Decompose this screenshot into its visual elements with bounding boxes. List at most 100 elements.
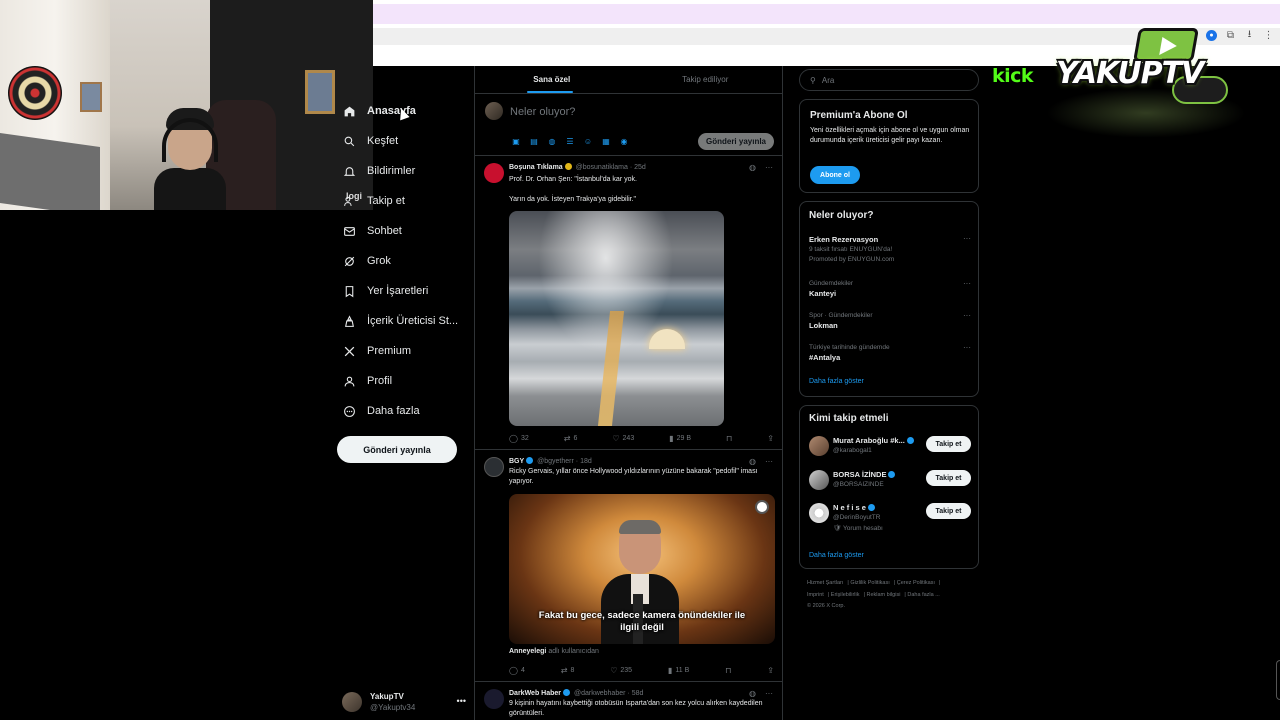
- avatar[interactable]: [809, 436, 829, 456]
- more-icon[interactable]: ···: [765, 457, 773, 466]
- sidebar-item-creator-studio[interactable]: İçerik Üreticisi St...: [336, 306, 464, 336]
- grok-icon[interactable]: ◍: [749, 163, 756, 172]
- location-icon[interactable]: ◉: [619, 136, 629, 146]
- tweet-author-handle[interactable]: @bosunatiklama: [576, 164, 628, 171]
- repost-button[interactable]: ⇄ 6: [564, 434, 578, 443]
- tweet-author-handle[interactable]: @darkwebhaber: [574, 690, 625, 697]
- people-icon: [342, 194, 356, 208]
- emoji-icon[interactable]: ☺: [583, 136, 593, 146]
- tweet-author-handle[interactable]: @bgyetherr: [537, 458, 574, 465]
- more-icon[interactable]: ···: [963, 343, 971, 352]
- footer-link[interactable]: Çerez Politikası: [897, 580, 935, 586]
- video-control-icon[interactable]: [755, 500, 769, 514]
- show-more-link[interactable]: Daha fazla göster: [809, 378, 864, 385]
- tweet-author-name[interactable]: DarkWeb Haber: [509, 690, 561, 697]
- account-switcher[interactable]: YakupTV @Yakuptv34 •••: [342, 690, 466, 714]
- poll-icon[interactable]: ☰: [565, 136, 575, 146]
- tweet-author-name[interactable]: Boşuna Tıklama: [509, 164, 563, 171]
- follow-suggestion[interactable]: Murat Araboğlu #k... @karabogal1 Takip e…: [809, 436, 971, 462]
- more-icon[interactable]: ···: [765, 163, 773, 172]
- person-icon: [342, 374, 356, 388]
- composer-input[interactable]: Neler oluyor?: [510, 106, 575, 118]
- footer-link[interactable]: Gizlilik Politikası: [850, 580, 889, 586]
- premium-card: Premium'a Abone Ol Yeni özellikleri açma…: [799, 99, 979, 193]
- trend-item[interactable]: Türkiye tarihinde gündemde #Antalya ···: [809, 343, 971, 363]
- follow-button[interactable]: Takip et: [926, 436, 971, 452]
- reply-button[interactable]: ◯ 32: [509, 434, 529, 443]
- avatar: [342, 692, 362, 712]
- avatar[interactable]: [484, 163, 504, 183]
- bookmark-button[interactable]: ⊓: [726, 434, 732, 443]
- tab-for-you[interactable]: Sana özel: [475, 66, 629, 93]
- sidebar-item-premium[interactable]: Premium: [336, 336, 464, 366]
- tweet-age[interactable]: 25d: [634, 164, 646, 171]
- trend-item[interactable]: Erken Rezervasyon 9 taksit fırsatı ENUYG…: [809, 234, 971, 265]
- tab-following[interactable]: Takip ediliyor: [629, 66, 783, 93]
- heart-icon: ♡: [612, 434, 620, 443]
- share-button[interactable]: ⇪: [767, 434, 774, 443]
- tweet-video[interactable]: Fakat bu gece, sadece kamera önündekiler…: [509, 494, 775, 644]
- follow-suggestion[interactable]: BORSA İZİNDE @BORSAIZINDE Takip et: [809, 470, 971, 496]
- avatar[interactable]: [809, 503, 829, 523]
- more-icon[interactable]: ···: [963, 311, 971, 320]
- sidebar-item-more[interactable]: Daha fazla: [336, 396, 464, 426]
- footer-link[interactable]: Daha fazla ...: [907, 592, 939, 598]
- footer-link[interactable]: Hizmet Şartları: [807, 580, 843, 586]
- schedule-icon[interactable]: ▦: [601, 136, 611, 146]
- avatar[interactable]: [484, 689, 504, 709]
- views-button[interactable]: ▮ 29 B: [669, 434, 691, 443]
- sidebar-item-bookmarks[interactable]: Yer İşaretleri: [336, 276, 464, 306]
- composer-post-button[interactable]: Gönderi yayınla: [698, 133, 774, 150]
- mail-icon: [342, 224, 356, 238]
- footer-link[interactable]: Reklam bilgisi: [866, 592, 900, 598]
- more-icon[interactable]: ···: [963, 234, 971, 243]
- reply-button[interactable]: ◯ 4: [509, 666, 525, 675]
- tweet[interactable]: BGY @bgyetherr · 18d ◍ ··· Ricky Gervais…: [475, 450, 782, 682]
- like-button[interactable]: ♡ 243: [612, 434, 634, 443]
- tweet-image[interactable]: [509, 211, 724, 426]
- repost-button[interactable]: ⇄ 8: [561, 666, 575, 675]
- tweet-author-name[interactable]: BGY: [509, 458, 524, 465]
- tweet-age[interactable]: 58d: [632, 690, 644, 697]
- grok-icon[interactable]: ◍: [749, 457, 756, 466]
- image-icon[interactable]: ▣: [511, 136, 521, 146]
- follow-button[interactable]: Takip et: [926, 470, 971, 486]
- sidebar-item-follow[interactable]: Takip et: [336, 186, 464, 216]
- sidebar-item-notifications[interactable]: Bildirimler: [336, 156, 464, 186]
- browser-tab-bar[interactable]: [373, 4, 1280, 24]
- x-logo-icon: [342, 344, 356, 358]
- follow-suggestion[interactable]: N e f i s e @DerinBoyutTR 🛡 Yorum hesabı…: [809, 503, 971, 532]
- show-more-link[interactable]: Daha fazla göster: [809, 552, 864, 559]
- follow-button[interactable]: Takip et: [926, 503, 971, 519]
- tweet[interactable]: DarkWeb Haber @darkwebhaber · 58d ◍ ··· …: [475, 682, 782, 720]
- bookmark-button[interactable]: ⊓: [725, 666, 731, 675]
- sidebar-item-label: Yer İşaretleri: [367, 285, 429, 297]
- grok-icon[interactable]: ◍: [749, 689, 756, 698]
- post-button[interactable]: Gönderi yayınla: [337, 436, 457, 463]
- sidebar-item-chat[interactable]: Sohbet: [336, 216, 464, 246]
- suggestion-name: BORSA İZİNDE: [833, 470, 887, 479]
- views-button[interactable]: ▮ 11 B: [668, 666, 689, 675]
- more-icon[interactable]: •••: [457, 696, 466, 706]
- sidebar-item-explore[interactable]: Keşfet: [336, 126, 464, 156]
- footer-link[interactable]: Erişilebilirlik: [831, 592, 860, 598]
- tweet-age[interactable]: 18d: [580, 458, 592, 465]
- more-icon[interactable]: ···: [765, 689, 773, 698]
- subscribe-button[interactable]: Abone ol: [810, 166, 860, 184]
- like-button[interactable]: ♡ 235: [610, 666, 632, 675]
- avatar[interactable]: [484, 457, 504, 477]
- avatar[interactable]: [809, 470, 829, 490]
- tweet[interactable]: Boşuna Tıklama @bosunatiklama · 25d ◍ ··…: [475, 156, 782, 450]
- search-input[interactable]: ⚲ Ara: [799, 69, 979, 91]
- more-icon[interactable]: ···: [963, 279, 971, 288]
- gif-icon[interactable]: ▤: [529, 136, 539, 146]
- tweet-text: Yarın da yok. İsteyen Trakya'ya gidebili…: [509, 196, 637, 203]
- sidebar-item-grok[interactable]: Grok: [336, 246, 464, 276]
- trend-item[interactable]: Spor · Gündemdekiler Lokman ···: [809, 311, 971, 331]
- grok-icon[interactable]: ◍: [547, 136, 557, 146]
- trend-item[interactable]: Gündemdekiler Kanteyi ···: [809, 279, 971, 299]
- share-button[interactable]: ⇪: [767, 666, 774, 675]
- reply-icon: ◯: [509, 434, 518, 443]
- sidebar-item-profile[interactable]: Profil: [336, 366, 464, 396]
- footer-link[interactable]: Imprint: [807, 592, 824, 598]
